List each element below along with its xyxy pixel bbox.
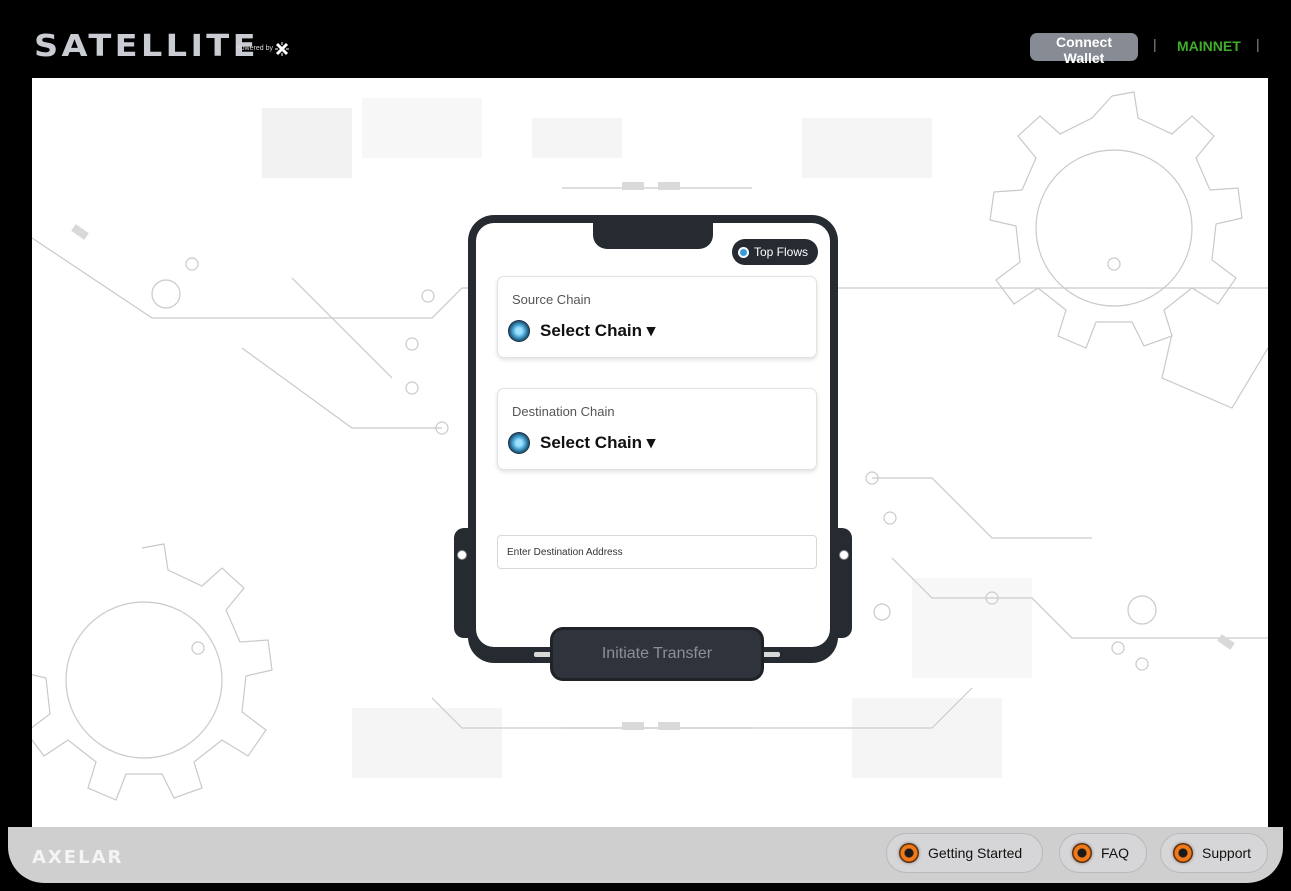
powered-by: Powered by — [236, 42, 289, 56]
destination-chain-label: Destination Chain — [512, 404, 615, 419]
transfer-card-body: Top Flows Source Chain Select Chain ▾ De… — [476, 223, 830, 647]
destination-chain-panel: Destination Chain Select Chain ▾ — [497, 388, 817, 470]
axelar-logo[interactable]: AXELAR — [32, 847, 123, 868]
destination-chain-value: Select Chain ▾ — [540, 433, 656, 452]
initiate-transfer-button[interactable]: Initiate Transfer — [553, 630, 761, 678]
faq-label: FAQ — [1101, 845, 1130, 861]
chain-orb-icon — [508, 320, 530, 342]
chain-orb-icon — [508, 432, 530, 454]
satellite-logo[interactable]: SATELLITE — [34, 30, 259, 64]
axelar-x-icon — [274, 42, 289, 56]
getting-started-label: Getting Started — [928, 845, 1023, 861]
app-frame: SATELLITE Powered by Connect Wallet | MA… — [8, 8, 1283, 883]
orange-orb-icon — [899, 843, 919, 863]
rail-pin-icon — [839, 550, 849, 560]
connect-wallet-button[interactable]: Connect Wallet — [1030, 33, 1138, 66]
source-chain-selector[interactable]: Select Chain ▾ — [508, 320, 655, 342]
destination-chain-selector[interactable]: Select Chain ▾ — [508, 432, 655, 454]
source-chain-label: Source Chain — [512, 292, 591, 307]
support-button[interactable]: Support — [1160, 833, 1268, 873]
card-left-rail — [454, 528, 470, 638]
button-connector — [534, 652, 552, 657]
top-bar: SATELLITE Powered by Connect Wallet | MA… — [8, 8, 1283, 78]
powered-by-text: Powered by — [236, 45, 273, 52]
orange-orb-icon — [1173, 843, 1193, 863]
separator: | — [1256, 36, 1260, 52]
network-label[interactable]: MAINNET — [1177, 38, 1241, 54]
support-label: Support — [1202, 845, 1252, 861]
rail-pin-icon — [457, 550, 467, 560]
top-flows-label: Top Flows — [754, 245, 809, 259]
card-notch — [593, 223, 713, 249]
footer-bar: AXELAR Getting Started FAQ Support — [8, 827, 1283, 883]
separator: | — [1153, 36, 1157, 52]
faq-button[interactable]: FAQ — [1059, 833, 1147, 873]
main-stage: Top Flows Source Chain Select Chain ▾ De… — [32, 78, 1268, 827]
top-flows-icon — [738, 246, 749, 258]
getting-started-button[interactable]: Getting Started — [886, 833, 1043, 873]
source-chain-panel: Source Chain Select Chain ▾ — [497, 276, 817, 358]
destination-address-input[interactable] — [497, 535, 817, 569]
transfer-card: Top Flows Source Chain Select Chain ▾ De… — [454, 215, 852, 678]
card-right-rail — [836, 528, 852, 638]
orange-orb-icon — [1072, 843, 1092, 863]
button-connector — [762, 652, 780, 657]
source-chain-value: Select Chain ▾ — [540, 321, 656, 340]
top-flows-button[interactable]: Top Flows — [732, 239, 819, 265]
